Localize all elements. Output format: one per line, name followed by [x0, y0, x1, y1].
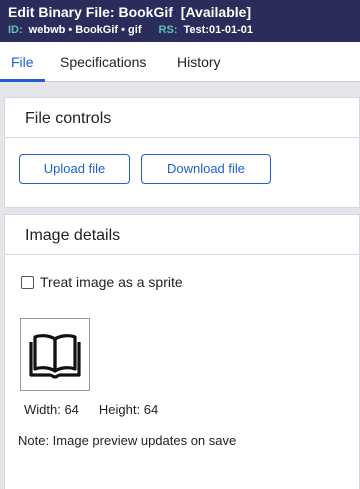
rs-label: RS: [158, 24, 178, 36]
open-book-icon [29, 333, 81, 379]
tab-bar: File Specifications History [0, 42, 360, 82]
sprite-checkbox[interactable] [21, 275, 34, 289]
active-tab-indicator [0, 79, 45, 82]
image-width: Width: 64 [24, 402, 79, 417]
image-details-heading: Image details [5, 215, 359, 255]
status-badge: [Available] [180, 4, 252, 20]
id-value: webwb • BookGif • gif [28, 24, 142, 36]
download-file-button[interactable]: Download file [141, 154, 271, 184]
page-title: Edit Binary File: BookGif [8, 4, 173, 20]
tab-specifications[interactable]: Specifications [60, 54, 146, 70]
sprite-label[interactable]: Treat image as a sprite [40, 274, 183, 290]
tab-history[interactable]: History [177, 54, 221, 70]
image-dimensions: Width: 64 Height: 64 [24, 402, 158, 417]
header-bar: Edit Binary File: BookGif [Available] ID… [0, 0, 360, 42]
file-controls-panel: File controls Upload file Download file [4, 97, 360, 208]
image-preview [20, 318, 90, 391]
image-details-panel: Image details Treat image as a sprite Wi… [4, 214, 360, 489]
image-height: Height: 64 [98, 402, 159, 417]
rs-value: Test:01-01-01 [183, 24, 254, 36]
upload-file-button[interactable]: Upload file [19, 154, 130, 184]
preview-note: Note: Image preview updates on save [18, 433, 237, 448]
sprite-option[interactable]: Treat image as a sprite [21, 274, 183, 290]
file-controls-heading: File controls [5, 98, 359, 138]
id-label: ID: [8, 24, 23, 36]
tab-file[interactable]: File [11, 54, 34, 70]
meta-row: ID: webwb • BookGif • gif RS: Test:01-01-0… [8, 23, 352, 38]
title-row: Edit Binary File: BookGif [Available] [8, 4, 352, 21]
